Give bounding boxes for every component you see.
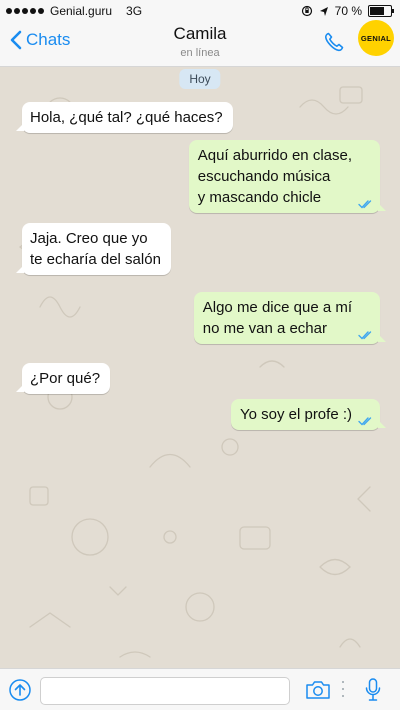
message-text: y mascando chicle bbox=[197, 189, 322, 206]
incoming-message[interactable]: Hola, ¿qué tal? ¿qué haces? bbox=[16, 102, 233, 133]
incoming-message[interactable]: ¿Por qué? bbox=[15, 363, 111, 394]
message-text: Jaja. Creo que yo bbox=[30, 230, 148, 247]
orientation-lock-icon bbox=[301, 5, 312, 17]
phone-icon[interactable] bbox=[322, 30, 346, 54]
message-text: no me van a echar bbox=[202, 320, 327, 337]
message-text: Aquí aburrido en clase, bbox=[197, 147, 352, 164]
message-text: Yo soy el profe :) bbox=[239, 406, 352, 423]
message-text: Algo me dice que a mí bbox=[202, 299, 352, 316]
arrow-up-circle-icon[interactable] bbox=[8, 678, 32, 702]
location-arrow-icon bbox=[319, 6, 328, 16]
status-left: Genial.guru 3G bbox=[6, 4, 142, 18]
battery-percent: 70 % bbox=[334, 4, 362, 18]
message-text: escuchando música bbox=[197, 168, 331, 185]
message-text: ¿Por qué? bbox=[30, 370, 101, 387]
separator-dots bbox=[342, 681, 344, 697]
chat-header: Chats Camila en línea GENIAL bbox=[0, 20, 400, 67]
network-type: 3G bbox=[126, 4, 143, 18]
chat-area[interactable]: Hoy Hola, ¿qué tal? ¿qué haces? Aquí abur… bbox=[0, 67, 400, 668]
message-input[interactable] bbox=[40, 677, 290, 705]
status-right: 70 % bbox=[301, 4, 394, 18]
camera-icon[interactable] bbox=[305, 679, 331, 701]
carrier-name: Genial.guru bbox=[50, 4, 113, 18]
battery-icon bbox=[368, 5, 394, 17]
date-divider: Hoy bbox=[179, 69, 221, 89]
double-check-icon bbox=[358, 331, 372, 340]
incoming-message[interactable]: Jaja. Creo que yo te echaría del salón bbox=[16, 223, 171, 275]
chat-screen: Genial.guru 3G 70 % Chats Camila en líne… bbox=[0, 0, 400, 710]
status-bar: Genial.guru 3G 70 % bbox=[0, 0, 400, 22]
outgoing-message[interactable]: Aquí aburrido en clase, escuchando música… bbox=[188, 140, 387, 213]
message-text: te echaría del salón bbox=[30, 251, 161, 268]
double-check-icon bbox=[358, 417, 372, 426]
outgoing-message[interactable]: Yo soy el profe :) bbox=[230, 399, 387, 430]
signal-strength-icon bbox=[6, 8, 44, 14]
input-bar bbox=[0, 668, 400, 710]
outgoing-message[interactable]: Algo me dice que a mí no me van a echar bbox=[193, 292, 387, 344]
double-check-icon bbox=[358, 200, 372, 209]
microphone-icon[interactable] bbox=[364, 677, 382, 703]
battery-level bbox=[370, 7, 384, 15]
message-text: Hola, ¿qué tal? ¿qué haces? bbox=[30, 109, 223, 126]
brand-logo: GENIAL bbox=[358, 20, 394, 56]
